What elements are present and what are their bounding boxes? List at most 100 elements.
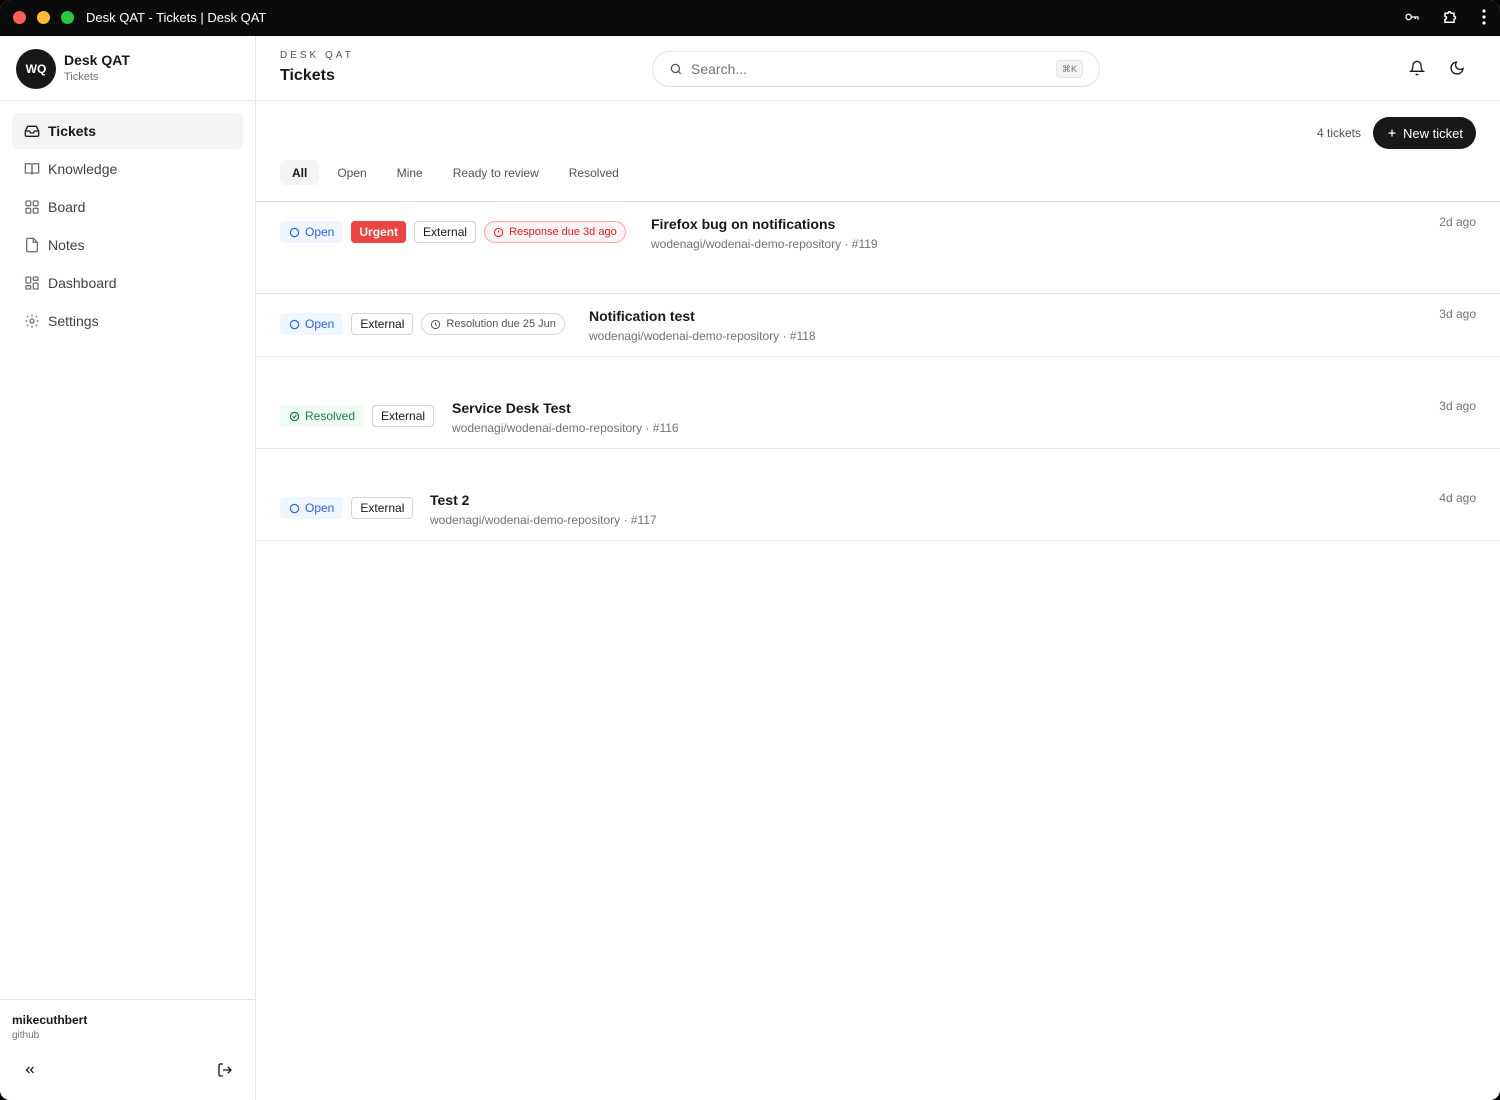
tab-resolved[interactable]: Resolved [554, 160, 634, 185]
gear-icon [24, 313, 40, 329]
extensions-icon[interactable] [1442, 8, 1460, 26]
circle-icon [289, 503, 300, 513]
workspace-section: Tickets [64, 71, 99, 83]
ticket-meta: wodenagi/wodenai-demo-repository · #119 [651, 237, 878, 251]
filter-tabs: All Open Mine Ready to review Resolved [280, 160, 634, 185]
theme-toggle-button[interactable] [1449, 60, 1465, 81]
page-eyebrow: DESK QAT [280, 50, 354, 61]
file-icon [24, 237, 40, 253]
ticket-row[interactable]: Resolved External Service Desk Test wode… [256, 357, 1500, 449]
dashboard-icon [24, 275, 40, 291]
logout-button[interactable] [215, 1060, 235, 1080]
ticket-count: 4 tickets [1316, 126, 1361, 140]
collapse-sidebar-button[interactable] [20, 1060, 40, 1080]
ticket-badges: Open Urgent External Response due 3d ago [280, 221, 626, 243]
close-window-button[interactable] [13, 11, 26, 24]
sidebar-item-tickets[interactable]: Tickets [12, 113, 243, 149]
book-icon [24, 161, 40, 177]
ticket-row[interactable]: Open External Resolution due 25 Jun Noti… [256, 265, 1500, 357]
ticket-meta: wodenagi/wodenai-demo-repository · #116 [452, 421, 679, 435]
key-icon[interactable] [1404, 9, 1420, 25]
ticket-title[interactable]: Firefox bug on notifications [651, 216, 835, 232]
search-input[interactable]: Search... ⌘K [652, 51, 1100, 87]
type-badge: External [414, 221, 477, 243]
ticket-meta: wodenagi/wodenai-demo-repository · #117 [430, 513, 657, 527]
new-ticket-label: New ticket [1403, 125, 1463, 141]
tab-all[interactable]: All [280, 160, 320, 185]
sla-badge: Resolution due 25 Jun [421, 313, 565, 335]
window-controls [13, 11, 74, 24]
ticket-badges: Open External Resolution due 25 Jun [280, 313, 565, 335]
sidebar: WQ Desk QAT Tickets Tickets Knowledge Bo… [0, 36, 256, 1100]
type-badge: External [351, 313, 414, 335]
inbox-icon [24, 123, 40, 139]
workspace-avatar: WQ [16, 49, 56, 89]
page-title: Tickets [280, 67, 335, 84]
sidebar-item-label: Knowledge [48, 161, 118, 177]
main-content: DESK QAT Tickets Search... ⌘K 4 tickets … [256, 36, 1500, 1100]
workspace-brand[interactable]: WQ Desk QAT Tickets [0, 36, 255, 101]
sidebar-item-label: Board [48, 199, 86, 215]
search-placeholder: Search... [691, 61, 748, 77]
user-name: mikecuthbert [12, 1013, 88, 1027]
ticket-time: 4d ago [1439, 491, 1476, 505]
workspace-name: Desk QAT [64, 52, 130, 68]
ticket-row[interactable]: Open External Test 2 wodenagi/wodenai-de… [256, 449, 1500, 541]
sidebar-footer: mikecuthbert github [0, 999, 255, 1100]
sidebar-item-knowledge[interactable]: Knowledge [12, 151, 243, 187]
logout-icon [218, 1063, 232, 1077]
ticket-title[interactable]: Test 2 [430, 492, 469, 508]
ticket-meta: wodenagi/wodenai-demo-repository · #118 [589, 329, 816, 343]
alert-circle-icon [493, 227, 504, 237]
status-badge: Open [280, 497, 344, 519]
notifications-button[interactable] [1408, 60, 1426, 81]
grid-icon [24, 199, 40, 215]
sidebar-item-dashboard[interactable]: Dashboard [12, 265, 243, 301]
tab-open[interactable]: Open [322, 160, 381, 185]
sidebar-item-label: Dashboard [48, 275, 117, 291]
ticket-badges: Open External [280, 497, 414, 519]
status-badge: Open [280, 221, 344, 243]
title-bar: Desk QAT - Tickets | Desk QAT [0, 0, 1500, 36]
ticket-badges: Resolved External [280, 405, 435, 427]
sidebar-item-label: Notes [48, 237, 85, 253]
status-badge: Resolved [280, 405, 365, 427]
sidebar-item-label: Settings [48, 313, 99, 329]
search-shortcut: ⌘K [1055, 60, 1083, 78]
sidebar-nav: Tickets Knowledge Board Notes Dashboard … [0, 101, 255, 353]
ticket-time: 3d ago [1439, 307, 1476, 321]
tab-mine[interactable]: Mine [382, 160, 438, 185]
new-ticket-button[interactable]: New ticket [1373, 117, 1476, 149]
more-menu-icon[interactable] [1482, 9, 1486, 25]
bell-icon [1408, 60, 1426, 76]
browser-toolbar-icons [1404, 8, 1486, 26]
ticket-time: 2d ago [1439, 215, 1476, 229]
window-title: Desk QAT - Tickets | Desk QAT [86, 10, 267, 25]
sidebar-item-label: Tickets [48, 123, 96, 139]
user-provider: github [12, 1030, 40, 1041]
sla-badge: Response due 3d ago [484, 221, 626, 243]
chevrons-left-icon [25, 1066, 34, 1074]
check-circle-icon [289, 411, 300, 421]
plus-icon [1388, 129, 1396, 137]
sidebar-item-notes[interactable]: Notes [12, 227, 243, 263]
tab-ready-to-review[interactable]: Ready to review [438, 160, 554, 185]
circle-icon [289, 319, 300, 329]
sidebar-item-board[interactable]: Board [12, 189, 243, 225]
page-header: DESK QAT Tickets Search... ⌘K [256, 36, 1500, 101]
moon-icon [1450, 61, 1464, 75]
search-icon [670, 63, 682, 75]
ticket-title[interactable]: Notification test [589, 308, 695, 324]
status-badge: Open [280, 313, 344, 335]
sidebar-item-settings[interactable]: Settings [12, 303, 243, 339]
type-badge: External [351, 497, 414, 519]
app-window: Desk QAT - Tickets | Desk QAT WQ Desk QA… [0, 0, 1500, 1100]
priority-badge: Urgent [351, 221, 407, 243]
clock-icon [431, 319, 441, 329]
maximize-window-button[interactable] [61, 11, 74, 24]
ticket-title[interactable]: Service Desk Test [452, 400, 571, 416]
ticket-time: 3d ago [1439, 399, 1476, 413]
circle-icon [289, 227, 300, 237]
type-badge: External [372, 405, 435, 427]
minimize-window-button[interactable] [37, 11, 50, 24]
